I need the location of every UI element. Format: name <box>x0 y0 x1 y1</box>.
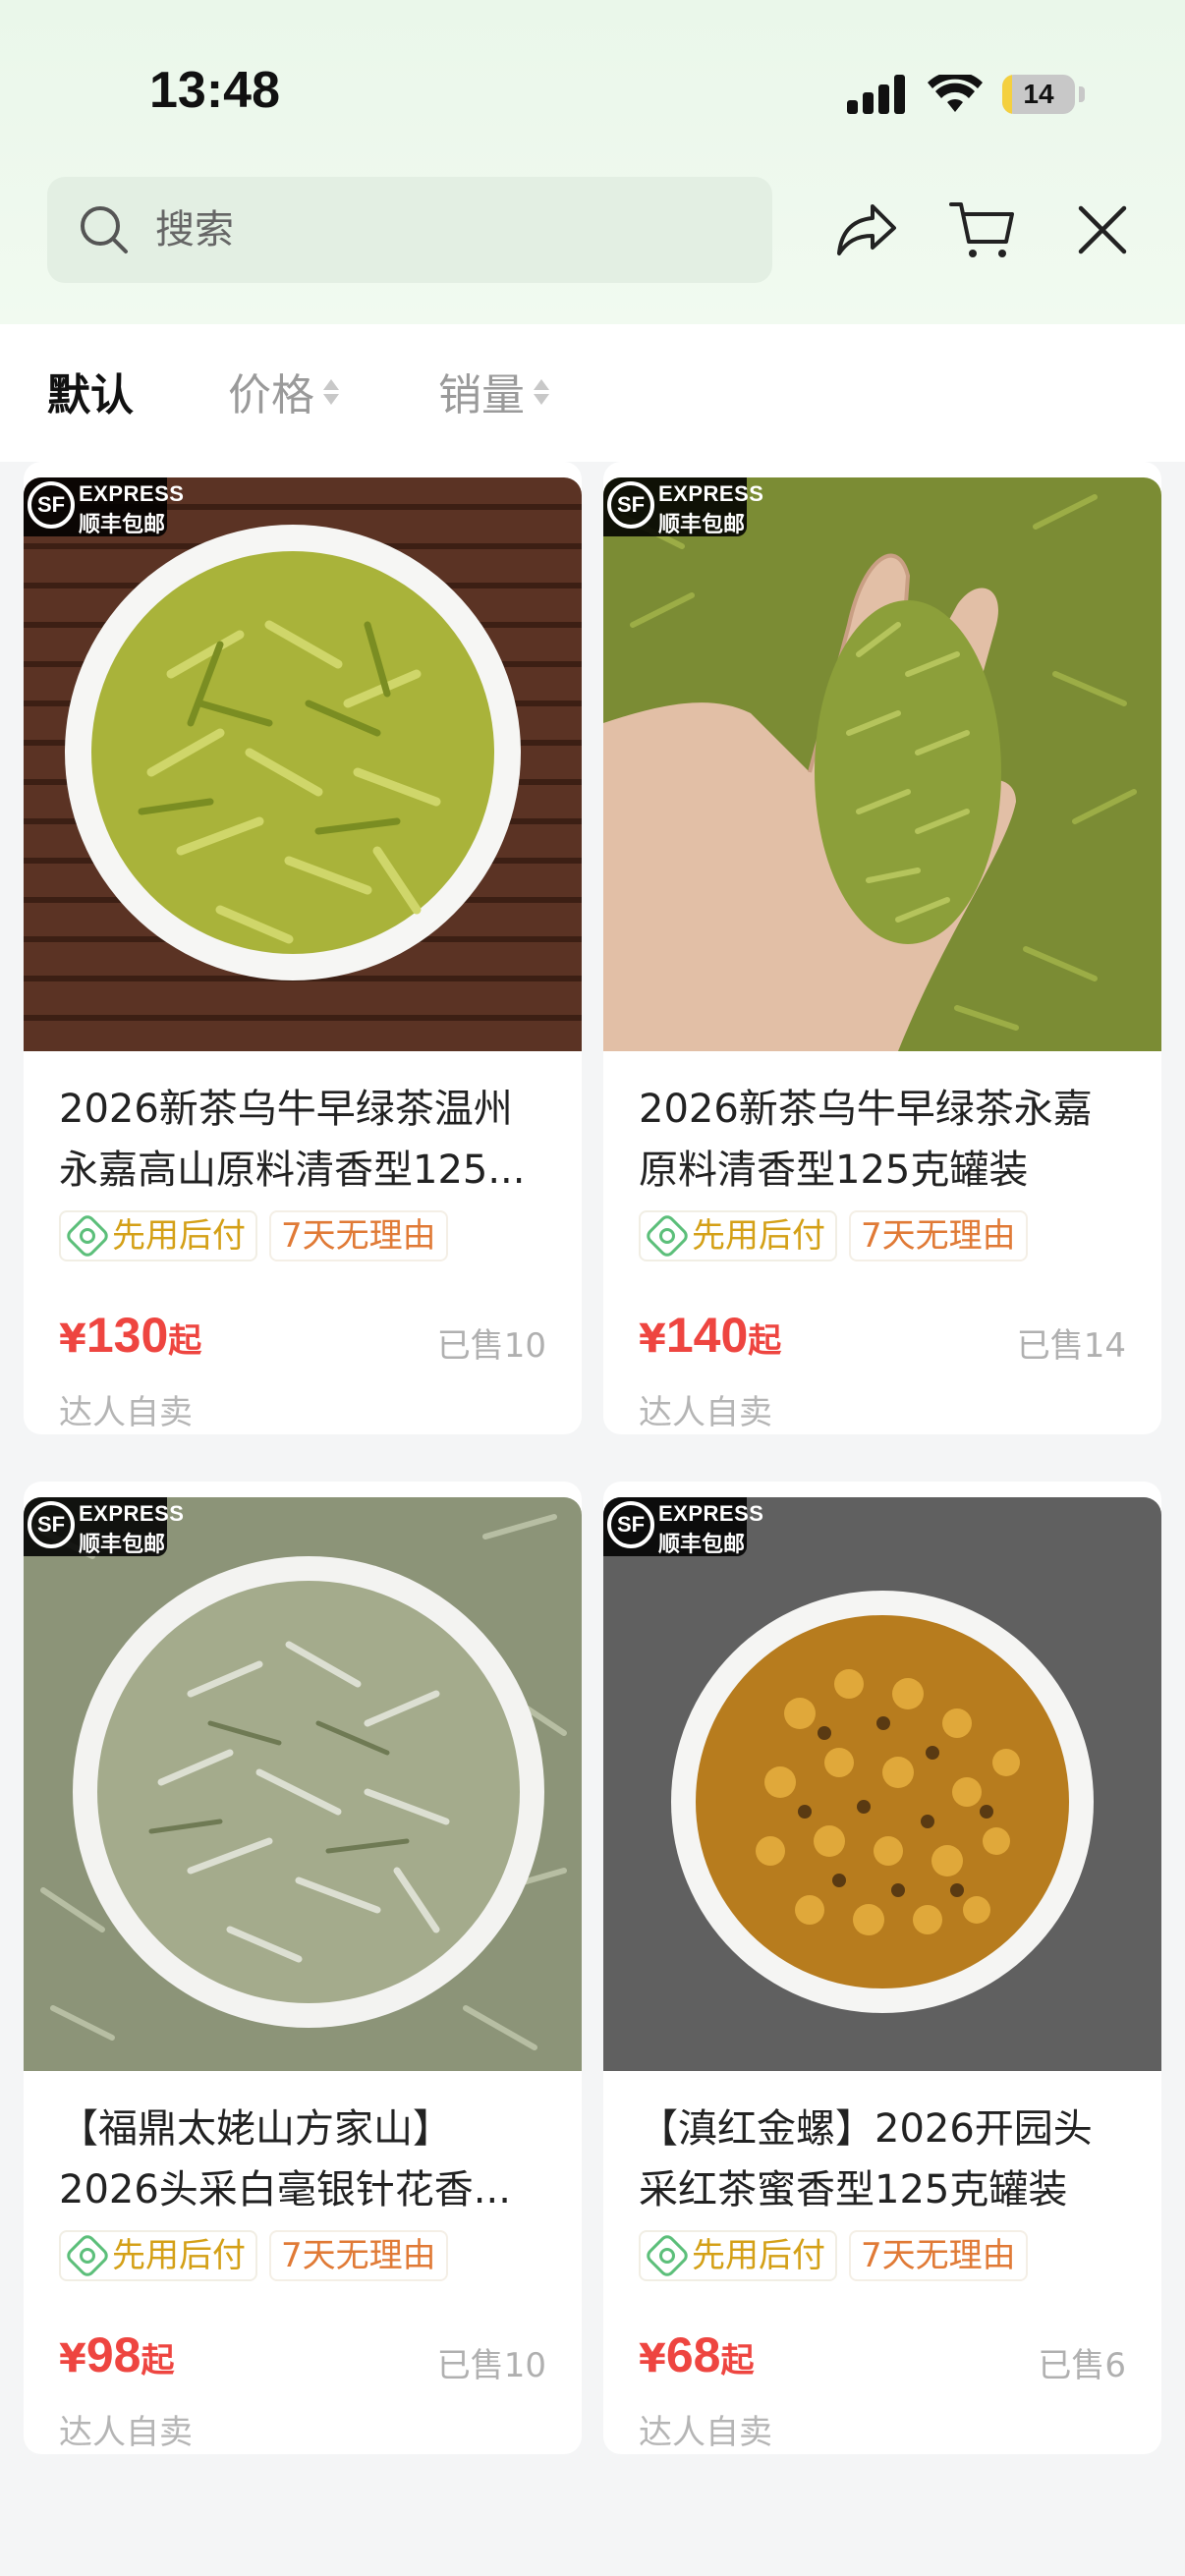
pay-later-icon <box>63 2231 112 2280</box>
cart-button[interactable] <box>945 193 1020 267</box>
cart-icon <box>949 202 1014 257</box>
sort-price-label: 价格 <box>228 370 314 420</box>
sold-count: 已售10 <box>436 1326 546 1366</box>
sf-logo-icon: SF <box>607 1501 654 1548</box>
product-tags: 先用后付 7天无理由 <box>639 2230 1028 2281</box>
badge-express-text: EXPRESS <box>658 1501 764 1526</box>
product-price: ¥68起 <box>639 2327 755 2382</box>
return-policy-tag: 7天无理由 <box>849 1210 1028 1261</box>
badge-express-text: EXPRESS <box>79 1501 185 1526</box>
seller-label: 达人自卖 <box>639 2413 772 2452</box>
sf-logo-icon: SF <box>28 481 75 529</box>
product-card[interactable]: SF EXPRESS 顺丰包邮 【滇红金螺】2026开园头 采红茶蜜香型125克… <box>603 1482 1161 2454</box>
product-tags: 先用后付 7天无理由 <box>639 1210 1028 1261</box>
sort-default-label: 默认 <box>47 370 134 420</box>
pay-later-tag: 先用后付 <box>59 1210 257 1261</box>
pay-later-icon <box>643 2231 692 2280</box>
pay-later-tag: 先用后付 <box>639 1210 837 1261</box>
return-policy-tag: 7天无理由 <box>269 1210 448 1261</box>
seller-label: 达人自卖 <box>639 1393 772 1432</box>
sf-express-badge: SF EXPRESS 顺丰包邮 <box>603 477 763 537</box>
sort-price-tab[interactable]: 价格 <box>228 360 340 422</box>
top-header: 13:48 14 <box>0 0 1185 324</box>
pay-later-tag: 先用后付 <box>639 2230 837 2281</box>
badge-shipping-text: 顺丰包邮 <box>79 513 166 537</box>
product-image[interactable] <box>24 1497 582 2071</box>
sort-default-tab[interactable]: 默认 <box>47 360 134 422</box>
pay-later-tag: 先用后付 <box>59 2230 257 2281</box>
return-policy-tag: 7天无理由 <box>269 2230 448 2281</box>
sf-express-badge: SF EXPRESS 顺丰包邮 <box>603 1497 763 1557</box>
product-tags: 先用后付 7天无理由 <box>59 1210 448 1261</box>
return-policy-tag: 7天无理由 <box>849 2230 1028 2281</box>
sf-logo-icon: SF <box>607 481 654 529</box>
search-input[interactable] <box>155 200 745 259</box>
close-icon <box>1078 205 1127 254</box>
product-title[interactable]: 2026新茶乌牛早绿茶永嘉 原料清香型125克罐装 <box>639 1079 1130 1201</box>
product-price: ¥130起 <box>59 1308 202 1363</box>
sold-count: 已售14 <box>1016 1326 1126 1366</box>
search-bar[interactable] <box>47 177 772 283</box>
share-button[interactable] <box>829 193 904 267</box>
search-icon <box>81 206 128 253</box>
sold-count: 已售6 <box>1038 2346 1126 2385</box>
product-title[interactable]: 【福鼎太姥山方家山】 2026头采白毫银针花香... <box>59 2099 550 2220</box>
pay-later-icon <box>643 1211 692 1260</box>
pay-later-icon <box>63 1211 112 1260</box>
seller-label: 达人自卖 <box>59 2413 193 2452</box>
signal-icon <box>847 73 908 114</box>
product-title[interactable]: 【滇红金螺】2026开园头 采红茶蜜香型125克罐装 <box>639 2099 1130 2220</box>
sort-arrows-icon <box>322 371 340 411</box>
sort-sales-label: 销量 <box>438 370 525 420</box>
badge-shipping-text: 顺丰包邮 <box>658 1533 746 1557</box>
badge-express-text: EXPRESS <box>658 481 764 506</box>
product-price: ¥98起 <box>59 2327 175 2382</box>
product-title[interactable]: 2026新茶乌牛早绿茶温州 永嘉高山原料清香型125... <box>59 1079 550 1201</box>
product-image[interactable] <box>24 477 582 1051</box>
status-time: 13:48 <box>149 62 280 119</box>
product-tags: 先用后付 7天无理由 <box>59 2230 448 2281</box>
battery-level: 14 <box>1023 79 1054 109</box>
product-card[interactable]: SF EXPRESS 顺丰包邮 2026新茶乌牛早绿茶温州 永嘉高山原料清香型1… <box>24 462 582 1434</box>
product-card[interactable]: SF EXPRESS 顺丰包邮 2026新茶乌牛早绿茶永嘉 原料清香型125克罐… <box>603 462 1161 1434</box>
close-button[interactable] <box>1065 193 1140 267</box>
sort-sales-tab[interactable]: 销量 <box>438 360 550 422</box>
product-price: ¥140起 <box>639 1308 782 1363</box>
product-image[interactable] <box>603 477 1161 1051</box>
sf-logo-icon: SF <box>28 1501 75 1548</box>
sort-bar: 默认 价格 销量 <box>0 324 1185 462</box>
badge-shipping-text: 顺丰包邮 <box>79 1533 166 1557</box>
sf-express-badge: SF EXPRESS 顺丰包邮 <box>24 477 184 537</box>
product-card[interactable]: SF EXPRESS 顺丰包邮 【福鼎太姥山方家山】 2026头采白毫银针花香.… <box>24 1482 582 2454</box>
sf-express-badge: SF EXPRESS 顺丰包邮 <box>24 1497 184 1557</box>
product-image[interactable] <box>603 1497 1161 2071</box>
badge-express-text: EXPRESS <box>79 481 185 506</box>
sold-count: 已售10 <box>436 2346 546 2385</box>
share-icon <box>837 204 896 255</box>
battery-icon: 14 <box>1002 75 1075 114</box>
seller-label: 达人自卖 <box>59 1393 193 1432</box>
sort-arrows-icon <box>533 371 550 411</box>
badge-shipping-text: 顺丰包邮 <box>658 513 746 537</box>
wifi-icon <box>928 75 983 112</box>
